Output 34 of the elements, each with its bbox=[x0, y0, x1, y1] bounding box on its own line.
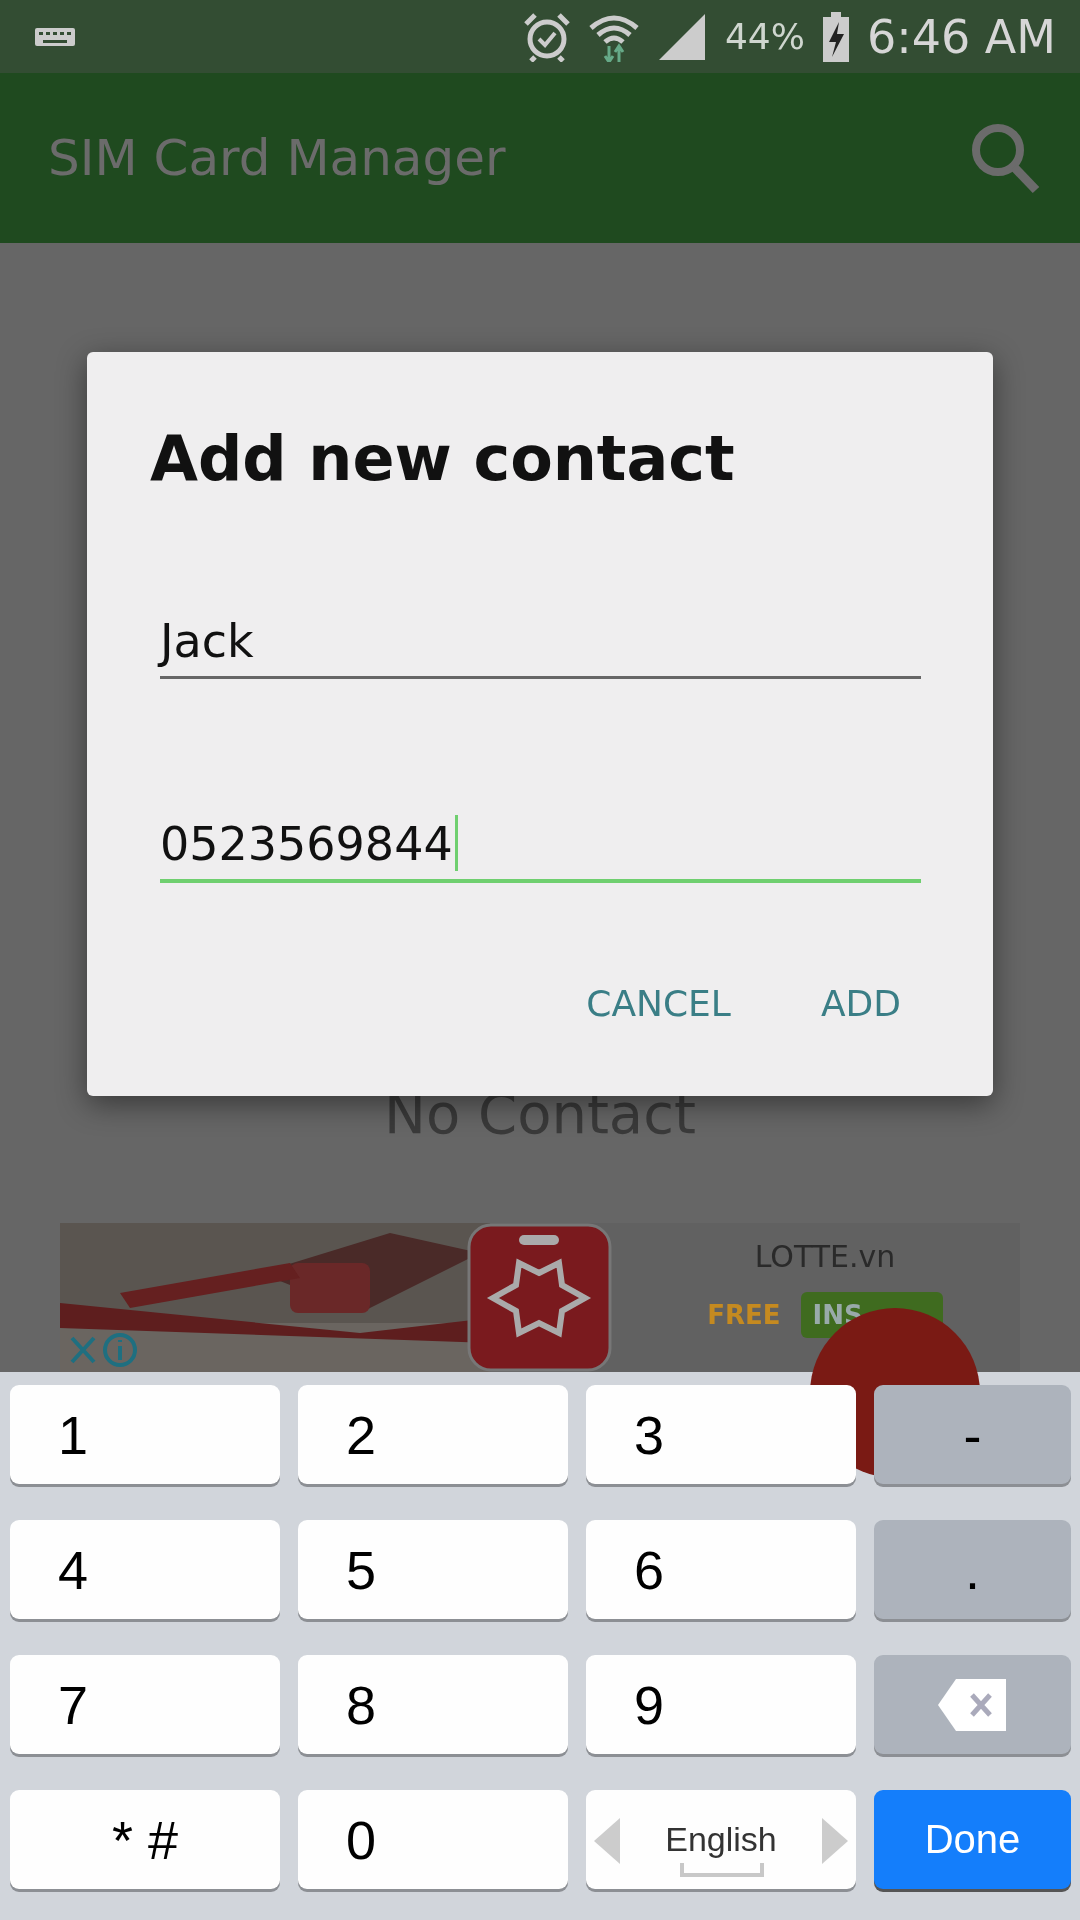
clock: 6:46 AM bbox=[866, 9, 1056, 64]
key[interactable]: . bbox=[874, 1520, 1071, 1619]
key[interactable]: 5 bbox=[298, 1520, 568, 1619]
dialog-button[interactable]: CANCEL bbox=[586, 983, 731, 1024]
advertiser-name: LOTTE.vn bbox=[754, 1239, 896, 1274]
app-title: SIM Card Manager bbox=[48, 129, 507, 187]
battery-charging-icon bbox=[822, 11, 849, 62]
battery-percent: 44% bbox=[724, 16, 805, 57]
alarm-icon bbox=[522, 11, 571, 62]
language-key[interactable]: English bbox=[586, 1790, 856, 1889]
key[interactable]: 0 bbox=[298, 1790, 568, 1889]
input-field[interactable]: 0523569844 bbox=[160, 797, 921, 883]
space-icon bbox=[680, 1863, 764, 1877]
dialog-title: Add new contact bbox=[150, 422, 736, 495]
dialog-button[interactable]: ADD bbox=[820, 983, 901, 1024]
key[interactable]: 4 bbox=[10, 1520, 280, 1619]
search-icon[interactable] bbox=[970, 122, 1040, 194]
key[interactable]: 8 bbox=[298, 1655, 568, 1754]
left-arrow-icon bbox=[594, 1818, 620, 1864]
key[interactable]: 1 bbox=[10, 1385, 280, 1484]
key[interactable]: - bbox=[874, 1385, 1071, 1484]
key[interactable]: 6 bbox=[586, 1520, 856, 1619]
backspace-key[interactable] bbox=[874, 1655, 1071, 1754]
price-label: FREE bbox=[707, 1300, 781, 1330]
keyboard-icon bbox=[34, 25, 76, 48]
key[interactable]: 9 bbox=[586, 1655, 856, 1754]
right-arrow-icon bbox=[822, 1818, 848, 1864]
done-key[interactable]: Done bbox=[874, 1790, 1071, 1889]
ad-close-info-icon[interactable] bbox=[68, 1332, 138, 1368]
key[interactable]: * # bbox=[10, 1790, 280, 1889]
key[interactable]: 7 bbox=[10, 1655, 280, 1754]
key[interactable]: 3 bbox=[586, 1385, 856, 1484]
app-icon bbox=[467, 1223, 612, 1372]
key[interactable]: 2 bbox=[298, 1385, 568, 1484]
